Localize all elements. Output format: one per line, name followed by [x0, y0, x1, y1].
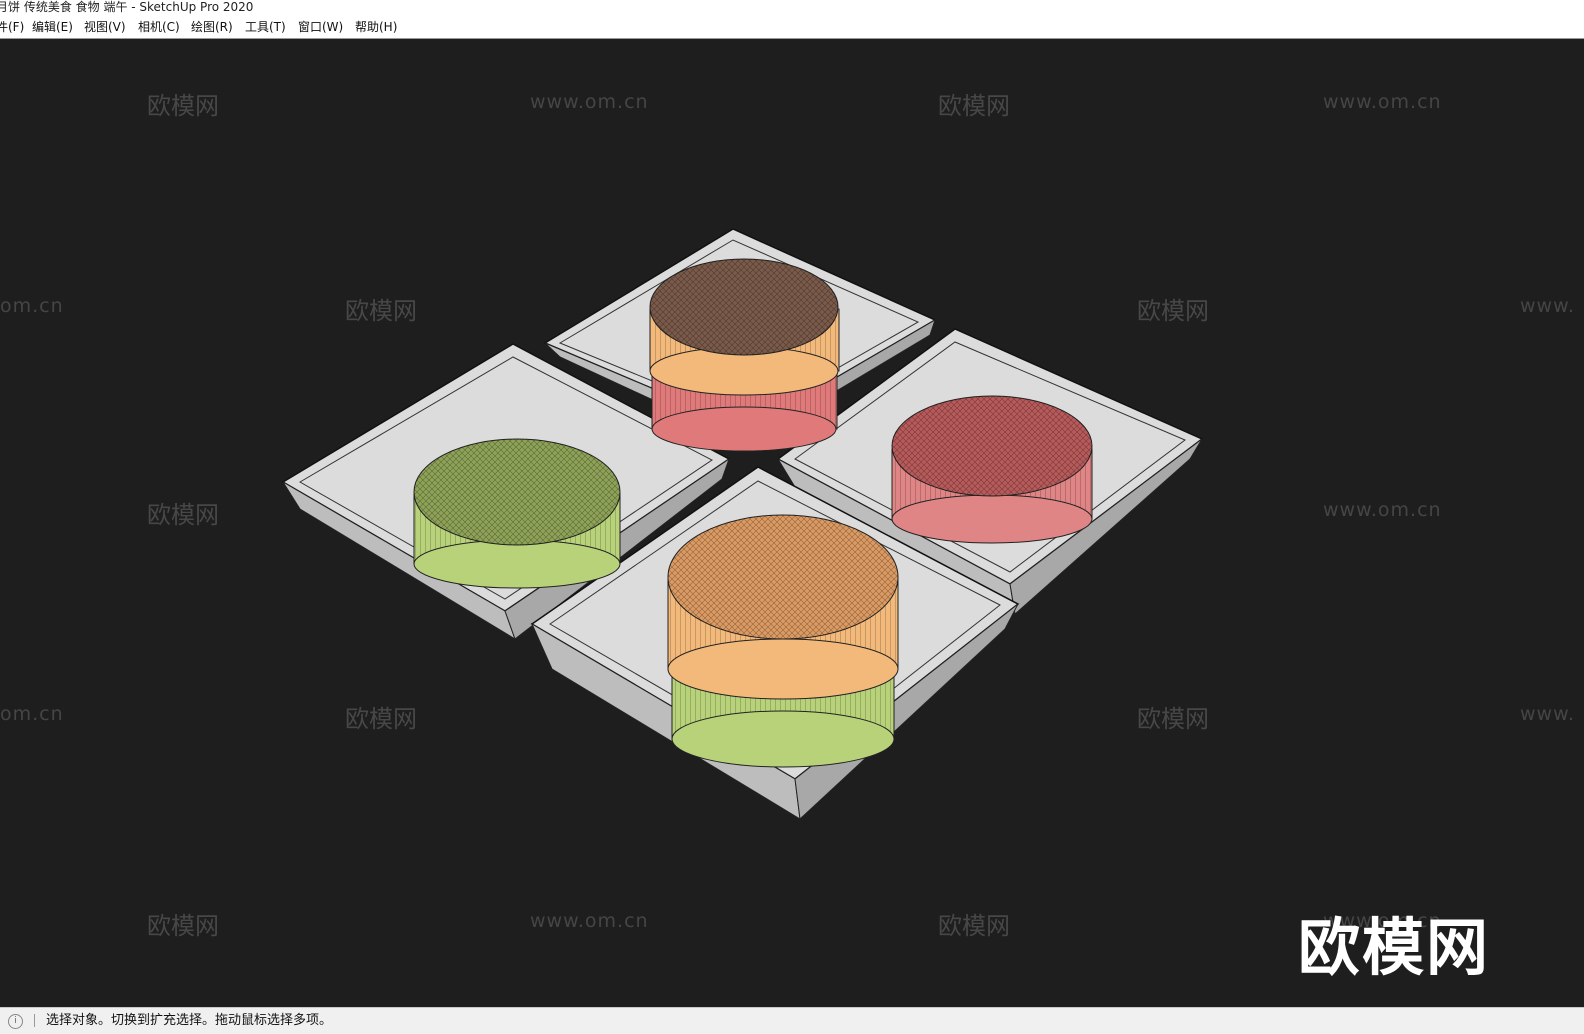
watermark-url: www. [1520, 295, 1575, 317]
watermark-cn: 欧模网 [345, 297, 417, 325]
watermark-cn: 欧模网 [1137, 705, 1209, 733]
watermark-url: om.cn [0, 295, 64, 317]
menu-file[interactable]: 件(F) [0, 18, 24, 36]
watermark-cn: 欧模网 [147, 501, 219, 529]
watermark-url: om.cn [0, 703, 64, 725]
watermark-logo: 欧模网 [1298, 911, 1491, 984]
mooncake-red [891, 395, 1093, 544]
status-bar: i 选择对象。切换到扩充选择。拖动鼠标选择多项。 [0, 1007, 1584, 1034]
menu-draw[interactable]: 绘图(R) [191, 18, 233, 36]
watermark-url: www. [1520, 703, 1575, 725]
menu-edit[interactable]: 编辑(E) [32, 18, 73, 36]
watermark-cn: 欧模网 [1137, 297, 1209, 325]
watermark-cn: 欧模网 [938, 92, 1010, 120]
watermark-url: www.om.cn [1323, 499, 1442, 521]
window-title: 月饼 传统美食 食物 端午 - SketchUp Pro 2020 [0, 0, 254, 14]
mooncake-stack-front [667, 514, 899, 768]
menu-window[interactable]: 窗口(W) [298, 18, 343, 36]
watermark-url: www.om.cn [530, 91, 649, 113]
watermark-url: www.om.cn [530, 910, 649, 932]
watermark-cn: 欧模网 [345, 705, 417, 733]
menu-camera[interactable]: 相机(C) [138, 18, 180, 36]
watermark-cn: 欧模网 [147, 92, 219, 120]
menu-bar: 件(F) 编辑(E) 视图(V) 相机(C) 绘图(R) 工具(T) 窗口(W)… [0, 15, 1584, 39]
mooncake-green [413, 438, 621, 589]
watermark-url: www.om.cn [1323, 91, 1442, 113]
menu-help[interactable]: 帮助(H) [355, 18, 397, 36]
title-bar: 月饼 传统美食 食物 端午 - SketchUp Pro 2020 [0, 0, 1584, 15]
menu-tools[interactable]: 工具(T) [245, 18, 286, 36]
mooncake-stack-top [649, 258, 840, 452]
info-icon[interactable]: i [8, 1014, 23, 1029]
status-text: 选择对象。切换到扩充选择。拖动鼠标选择多项。 [46, 1013, 333, 1028]
watermark-cn: 欧模网 [147, 912, 219, 940]
watermark-cn: 欧模网 [938, 912, 1010, 940]
model-viewport[interactable]: 欧模网 www.om.cn 欧模网 www.om.cn om.cn 欧模网 欧模… [0, 39, 1584, 1007]
mooncake-scene [281, 228, 1204, 821]
status-divider [34, 1014, 35, 1027]
menu-view[interactable]: 视图(V) [84, 18, 126, 36]
